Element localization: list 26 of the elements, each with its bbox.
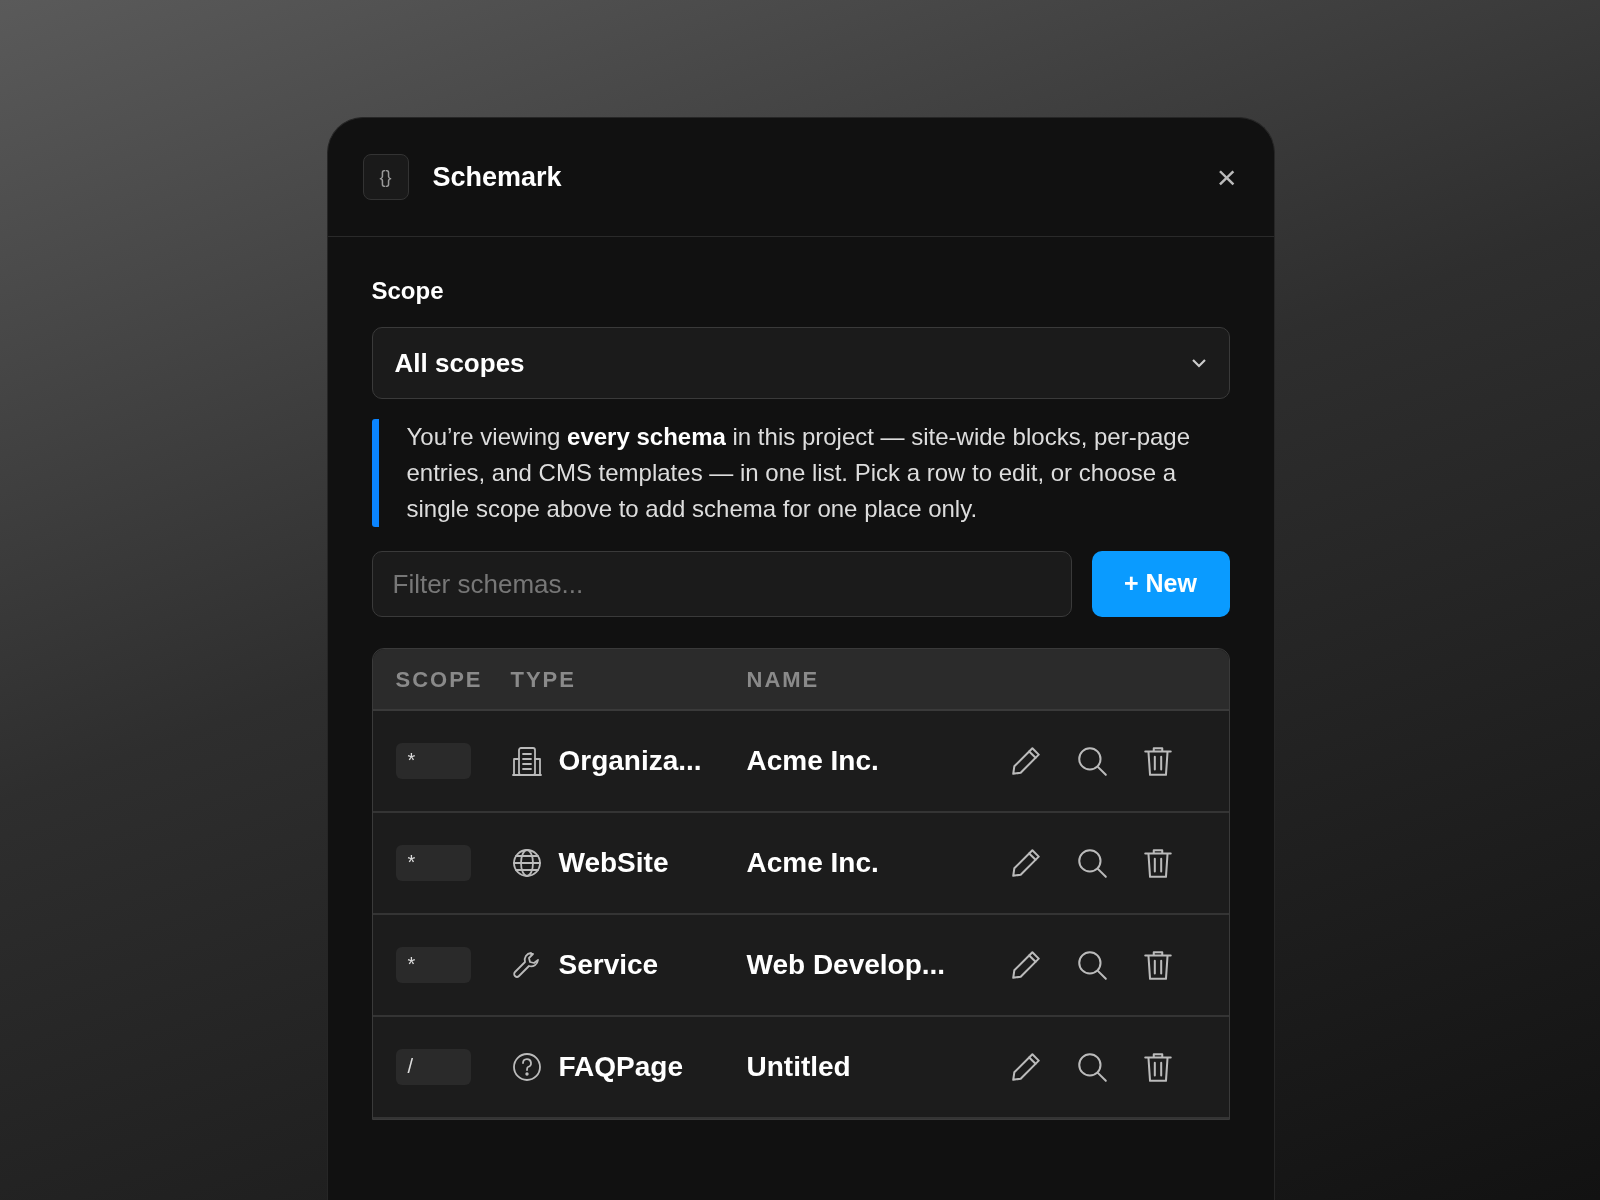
name-text: Acme Inc. [746, 745, 879, 776]
app-logo: {} [362, 154, 409, 200]
scope-tag: * [395, 845, 471, 881]
type-text: FAQPage [558, 1050, 683, 1084]
column-header: NAME [746, 666, 820, 692]
scope-tag: / [395, 1049, 471, 1085]
type-text: Service [558, 948, 659, 982]
name-text: Untitled [746, 1051, 851, 1082]
scope-tag: * [395, 947, 471, 983]
column-header: SCOPE [395, 666, 483, 692]
info-text: You’re viewing every schema in this project — site-wide blocks, per-page entries, and CMS templates — in one list. Pick a row to edit, or choose a single scope above to add schema for one place only. [371, 419, 1230, 527]
scope-dropdown[interactable]: All scopes [371, 327, 1230, 399]
column-header: TYPE [510, 666, 576, 692]
type-text: Organiza... [558, 744, 702, 778]
close-button[interactable]: × [1214, 160, 1239, 194]
name-text: Web Develop... [746, 949, 946, 980]
dialog-title: Schemark [432, 160, 562, 194]
building-icon [510, 745, 543, 777]
name-text: Acme Inc. [746, 847, 879, 878]
chevron-down-icon [1190, 358, 1207, 368]
scope-tag: * [395, 743, 471, 779]
scope-label: Scope [371, 276, 445, 306]
question-icon [510, 1051, 543, 1083]
type-text: WebSite [558, 846, 669, 880]
filter-field[interactable]: Filter schemas... [371, 551, 1072, 617]
globe-icon [510, 847, 543, 879]
